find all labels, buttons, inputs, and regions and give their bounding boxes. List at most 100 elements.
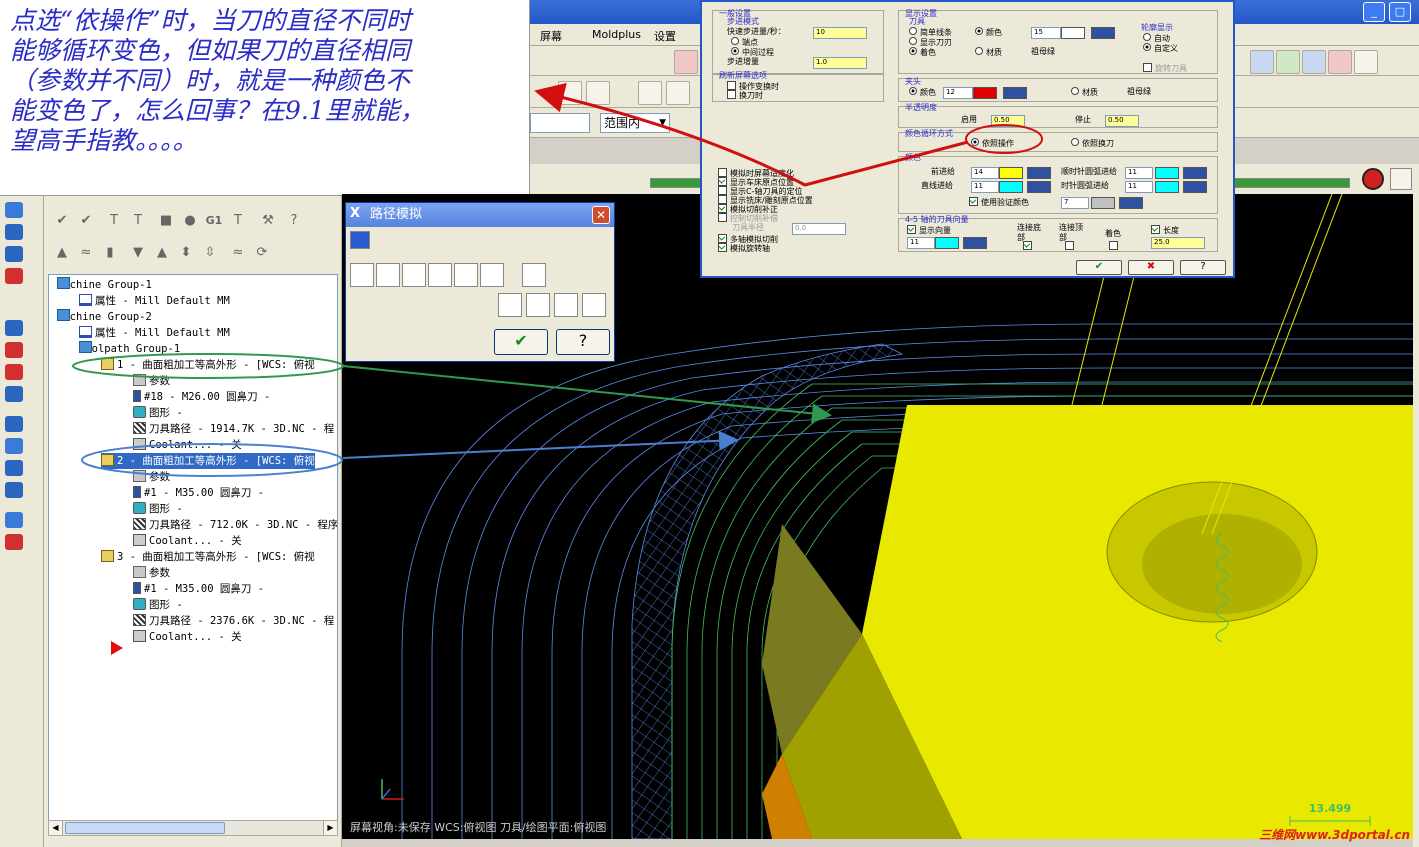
cube-view-button[interactable] [1328,50,1352,74]
solid-icon[interactable] [5,438,23,454]
holder-material-radio[interactable] [1071,87,1079,95]
toolpath-icon[interactable]: T [128,212,148,230]
solid-icon[interactable] [5,482,23,498]
linear-feed-color-picker[interactable] [1027,181,1051,193]
solid-icon[interactable] [5,342,23,358]
tool-material-option[interactable]: 材质 [975,47,1002,58]
close-icon[interactable]: ✕ [592,206,610,224]
cfg-help-button[interactable]: ? [1180,260,1226,275]
tree-node[interactable]: 属性 - Mill Default MM [79,325,230,341]
endpoint-icon[interactable] [454,263,478,287]
tree-node[interactable]: 参数 [133,469,170,485]
ccw-arc-field[interactable]: 11 [1125,181,1153,193]
tree-node[interactable]: #1 - M35.00 圆鼻刀 - [133,485,264,501]
holder-color-option[interactable]: 颜色 [909,87,936,98]
opt-rotate[interactable]: 模拟旋转轴 [718,243,770,254]
colored-radio[interactable] [909,47,917,55]
holder-color-picker[interactable] [1003,87,1027,99]
move-icon[interactable]: ⬍ [176,244,196,262]
connect-top-checkbox[interactable] [1065,241,1074,250]
opt-mill-checkbox[interactable] [718,195,727,204]
menu-settings[interactable]: 设置 [654,28,676,44]
by-tool-radio[interactable] [1071,138,1079,146]
holder-material-option[interactable]: 材质 [1071,87,1098,98]
wave-icon[interactable]: ≈ [228,244,248,262]
colored-option[interactable]: 着色 [909,47,936,58]
lock-icon[interactable]: ▲ [52,244,72,262]
cube-view-button[interactable] [1302,50,1326,74]
scroll-thumb[interactable] [65,822,225,834]
arc-icon[interactable] [5,224,23,240]
enable-field[interactable]: 0.50 [991,115,1025,127]
toolpath-icon[interactable]: T [104,212,124,230]
cube-view-button[interactable] [1276,50,1300,74]
solid-icon[interactable] [5,320,23,336]
tool-change-checkbox[interactable] [727,90,736,99]
opt-home-checkbox[interactable] [718,177,727,186]
solid-icon[interactable] [5,460,23,476]
length-checkbox[interactable] [1151,225,1160,234]
stop-icon[interactable] [1362,168,1384,190]
linear-feed-field[interactable]: 11 [971,181,999,193]
wrench-icon[interactable]: ⚒ [258,212,278,230]
collapse-button[interactable] [1390,168,1412,190]
color-cycle-icon[interactable] [350,263,374,287]
ccw-arc-color-picker[interactable] [1183,181,1207,193]
verify-color-picker[interactable] [1119,197,1143,209]
tool-icon[interactable]: ▮ [100,244,120,262]
length-field[interactable]: 25.0 [1151,237,1205,249]
tree-node[interactable]: 刀具路径 - 712.0K - 3D.NC - 程序 [133,517,337,533]
endpoint-radio[interactable] [731,37,739,45]
solid-icon[interactable] [5,416,23,432]
tree-node[interactable]: 参数 [133,373,170,389]
tree-node[interactable]: Machine Group-1 [57,277,152,293]
select-all-icon[interactable]: ✔ [52,212,72,230]
menu-screen[interactable]: 屏幕 [540,28,562,44]
menu-moldplus[interactable]: Moldplus [592,28,641,41]
show-blade-radio[interactable] [909,37,917,45]
grid-icon[interactable] [5,512,23,528]
tree-node[interactable]: 图形 - [133,597,183,613]
range-select[interactable]: 范围内 ▼ [600,113,670,133]
tree-node[interactable]: Coolant... - 关 [133,437,242,453]
level-dropdown[interactable] [530,113,590,133]
show-vector-option[interactable]: 显示向量 [907,225,951,236]
show-vector-checkbox[interactable] [907,225,916,234]
tool-material-radio[interactable] [975,47,983,55]
tree-operation-node[interactable]: 1 - 曲面粗加工等高外形 - [WCS: 俯视 [101,357,315,373]
cw-arc-color-picker[interactable] [1183,167,1207,179]
backplot-icon[interactable]: ● [180,212,200,230]
cfg-cancel-button[interactable]: ✖ [1128,260,1174,275]
tool-color-field[interactable]: 15 [1031,27,1061,39]
tool-radius-field[interactable]: 0.0 [792,223,846,235]
tool-color-option[interactable]: 颜色 [975,27,1002,38]
tool-display-icon[interactable] [376,263,400,287]
minimize-button[interactable]: _ [1363,2,1385,22]
expand-icon[interactable]: ⇳ [200,244,220,262]
clear-all-icon[interactable] [526,293,550,317]
tool-button[interactable] [638,81,662,105]
tree-node[interactable]: 刀具路径 - 1914.7K - 3D.NC - 程 [133,421,334,437]
tool-button[interactable] [666,81,690,105]
op-change-checkbox[interactable] [727,81,736,90]
opt-multiaxis-checkbox[interactable] [718,234,727,243]
scroll-right-button[interactable]: ▶ [323,821,337,835]
clear-icon[interactable] [498,293,522,317]
tool-material-select[interactable]: 祖母绿 [1031,47,1055,57]
tool-color-radio[interactable] [975,27,983,35]
plane-icon[interactable] [5,364,23,380]
cw-arc-field[interactable]: 11 [1125,167,1153,179]
auto-radio[interactable] [1143,33,1151,41]
tool-color-picker[interactable] [1091,27,1115,39]
cfg-ok-button[interactable]: ✔ [1076,260,1122,275]
opt-correct-checkbox[interactable] [718,204,727,213]
shade-checkbox[interactable] [1109,241,1118,250]
connect-bottom-checkbox[interactable] [1023,241,1032,250]
rotate-tool-option[interactable]: 旋转刀具 [1143,63,1187,74]
tree-node[interactable]: Coolant... - 关 [133,629,242,645]
custom-option[interactable]: 自定义 [1143,43,1178,54]
refresh-icon[interactable]: ⟳ [252,244,272,262]
tree-node[interactable]: 图形 - [133,501,183,517]
verify-color-option[interactable]: 使用验证颜色 [969,197,1029,208]
tree-node[interactable]: Coolant... - 关 [133,533,242,549]
